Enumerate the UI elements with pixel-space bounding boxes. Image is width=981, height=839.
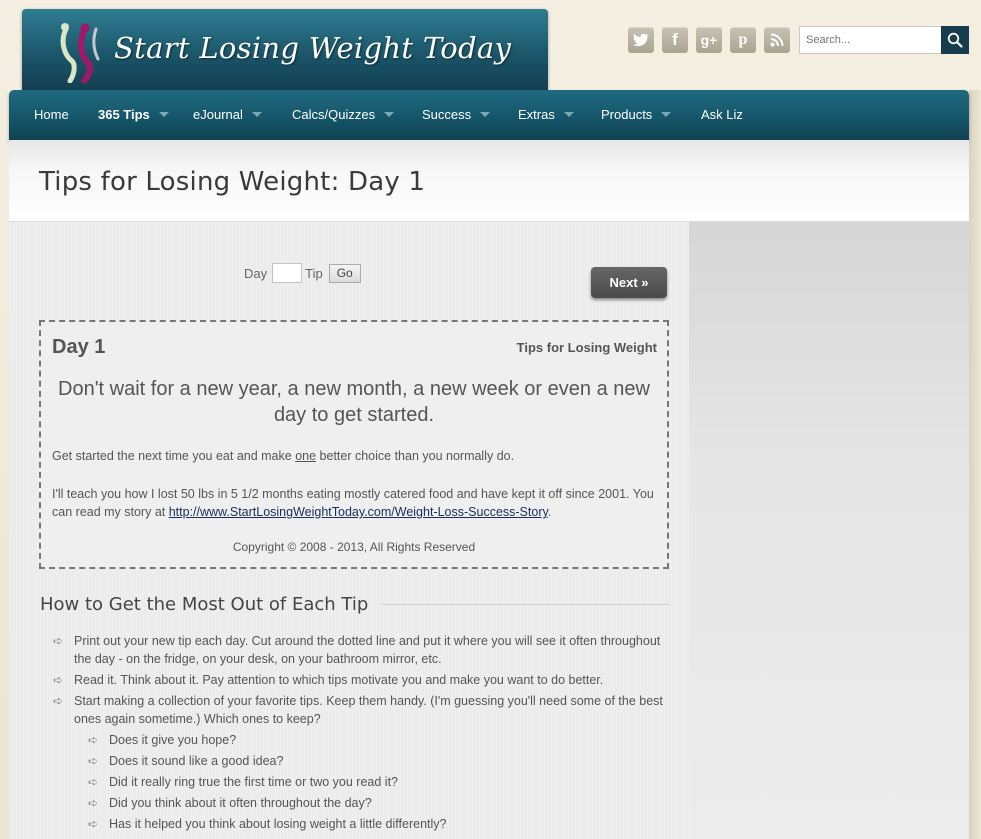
- arrow-icon: ➪: [88, 796, 99, 810]
- twitter-icon[interactable]: [628, 27, 654, 53]
- sub-list-item: ➪ Does it sound like a good idea?: [88, 752, 673, 770]
- arrow-icon: ➪: [88, 817, 99, 831]
- search-button[interactable]: [941, 26, 969, 54]
- nav-label: eJournal: [193, 107, 243, 122]
- search-bar: [799, 26, 969, 54]
- day-selector-form: Day Tip Go: [244, 263, 361, 283]
- divider: [382, 604, 670, 605]
- main-content: Day Tip Go Next » Day 1 Tips for Losing …: [9, 222, 689, 839]
- rss-icon[interactable]: [764, 27, 790, 53]
- nav-label: Products: [601, 107, 653, 122]
- chevron-down-icon: [563, 112, 574, 117]
- list-item-text: Has it helped you think about losing wei…: [109, 817, 447, 831]
- chevron-down-icon: [480, 112, 491, 117]
- tip-text: .: [547, 505, 552, 519]
- nav-item-success[interactable]: Success: [422, 107, 491, 122]
- nav-item-extras[interactable]: Extras: [518, 107, 574, 122]
- pinterest-icon[interactable]: p: [730, 27, 756, 53]
- nav-item-ejournal[interactable]: eJournal: [193, 107, 262, 122]
- tip-text: Get started the next time you eat and ma…: [52, 449, 296, 463]
- success-story-link[interactable]: http://www.StartLosingWeightToday.com/We…: [169, 505, 548, 519]
- day-label: Day: [244, 265, 268, 281]
- nav-label: Extras: [518, 107, 555, 122]
- tip-paragraph-1: Get started the next time you eat and ma…: [52, 449, 514, 463]
- sub-list-item: ➪ Does it give you hope?: [88, 731, 673, 749]
- facebook-icon[interactable]: f: [662, 27, 688, 53]
- list-item-text: Start making a collection of your favori…: [74, 694, 663, 726]
- sub-list-item: ➪ Did you think about it often throughout…: [88, 794, 673, 812]
- tip-copyright: Copyright © 2008 - 2013, All Rights Rese…: [232, 540, 476, 554]
- nav-item-calcs-quizzes[interactable]: Calcs/Quizzes: [292, 107, 395, 122]
- list-item-text: Did it really ring true the first time o…: [109, 775, 399, 789]
- day-number-input[interactable]: [272, 263, 303, 283]
- arrow-icon: ➪: [53, 634, 64, 648]
- nav-item-home[interactable]: Home: [34, 107, 69, 122]
- chevron-down-icon: [661, 112, 672, 117]
- nav-item-365-tips[interactable]: 365 Tips: [98, 107, 169, 122]
- tip-paragraph-2: I'll teach you how I lost 50 lbs in 5 1/…: [52, 485, 662, 521]
- arrow-icon: ➪: [88, 733, 99, 747]
- page-edge: [969, 90, 981, 839]
- main-nav: Home 365 Tips eJournal Calcs/Quizzes Suc…: [9, 90, 969, 140]
- site-logo[interactable]: Start Losing Weight Today: [22, 9, 548, 91]
- page-title: Tips for Losing Weight: Day 1: [39, 167, 426, 197]
- tip-text: better choice than you normally do.: [316, 449, 515, 463]
- sub-list-item: ➪ Did it really ring true the first time …: [88, 773, 673, 791]
- arrow-icon: ➪: [88, 775, 99, 789]
- logo-text: Start Losing Weight Today: [114, 31, 512, 65]
- tip-card: Day 1 Tips for Losing Weight Don't wait …: [39, 320, 669, 569]
- nav-label: Success: [422, 107, 472, 122]
- social-links: f g+ p: [628, 27, 790, 53]
- go-button[interactable]: Go: [328, 263, 361, 283]
- list-item-text: Did you think about it often throughout …: [109, 796, 372, 810]
- section-header: How to Get the Most Out of Each Tip: [40, 594, 670, 615]
- list-item-text: Does it give you hope?: [109, 733, 237, 747]
- list-item: ➪ Read it. Think about it. Pay attention …: [53, 671, 673, 689]
- tip-emphasis: one: [295, 449, 317, 463]
- nav-label: 365 Tips: [98, 107, 150, 122]
- tip-day-heading: Day 1: [52, 336, 106, 358]
- sub-list-item: ➪ Has it helped you think about losing we…: [88, 815, 673, 833]
- arrow-icon: ➪: [53, 673, 64, 687]
- google-plus-icon[interactable]: g+: [696, 27, 722, 53]
- arrow-icon: ➪: [88, 754, 99, 768]
- nav-label: Calcs/Quizzes: [292, 107, 376, 122]
- chevron-down-icon: [251, 112, 262, 117]
- section-title: How to Get the Most Out of Each Tip: [40, 594, 369, 615]
- next-button[interactable]: Next »: [591, 267, 667, 298]
- tip-main-text: Don't wait for a new year, a new month, …: [58, 378, 650, 426]
- tip-category-label: Tips for Losing Weight: [516, 340, 657, 355]
- tip-label: Tip: [305, 265, 323, 281]
- list-item: ➪ Print out your new tip each day. Cut ar…: [53, 632, 673, 668]
- chevron-down-icon: [158, 112, 169, 117]
- list-item-text: Does it sound like a good idea?: [109, 754, 284, 768]
- title-band: Tips for Losing Weight: Day 1: [9, 140, 969, 222]
- tips-list: ➪ Print out your new tip each day. Cut ar…: [53, 632, 673, 836]
- nav-item-products[interactable]: Products: [601, 107, 672, 122]
- chevron-down-icon: [384, 112, 395, 117]
- logo-figure-icon: [60, 23, 100, 83]
- list-item-text: Print out your new tip each day. Cut aro…: [74, 634, 661, 666]
- nav-label: Home: [34, 107, 69, 122]
- list-item: ➪ Start making a collection of your favor…: [53, 692, 673, 728]
- nav-item-ask-liz[interactable]: Ask Liz: [701, 107, 743, 122]
- nav-label: Ask Liz: [701, 107, 743, 122]
- arrow-icon: ➪: [53, 694, 64, 708]
- sidebar: [689, 222, 969, 839]
- search-input[interactable]: [799, 26, 941, 54]
- search-icon: [947, 32, 963, 48]
- list-item-text: Read it. Think about it. Pay attention t…: [74, 673, 604, 687]
